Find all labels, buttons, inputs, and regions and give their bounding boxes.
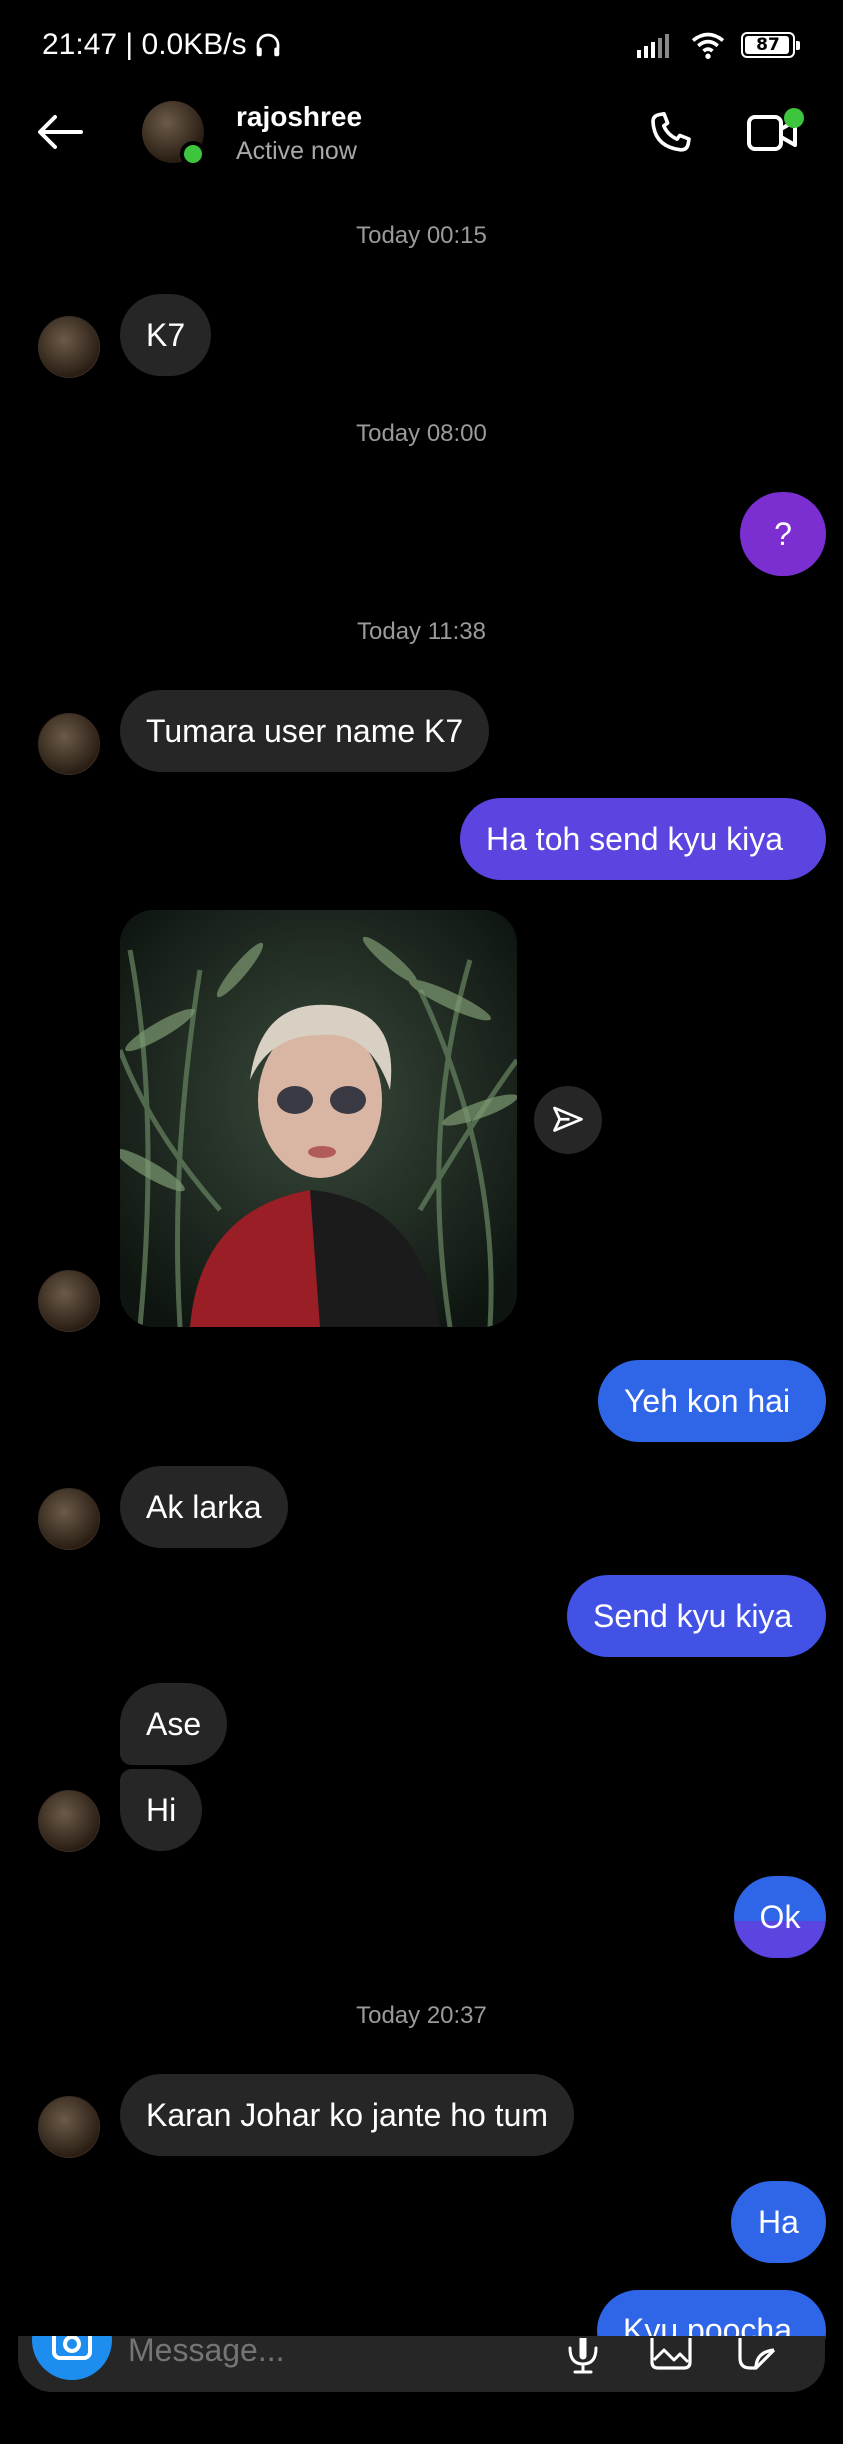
- message-outgoing[interactable]: Ok: [734, 1876, 826, 1958]
- voice-call-button[interactable]: [640, 105, 700, 161]
- message-outgoing[interactable]: Send kyu kiya: [567, 1575, 826, 1657]
- message-outgoing[interactable]: Yeh kon hai: [598, 1360, 826, 1442]
- message-incoming[interactable]: Tumara user name K7: [120, 690, 490, 772]
- signal-icon: [637, 34, 669, 58]
- avatar[interactable]: [38, 1790, 100, 1852]
- status-bar: 21:47 | 0.0KB/s 87: [0, 0, 843, 95]
- share-button[interactable]: [534, 1086, 602, 1154]
- video-online-dot: [784, 108, 804, 128]
- photo-image: [120, 910, 517, 1327]
- battery-icon: 87: [741, 32, 800, 58]
- message-input[interactable]: [128, 2336, 548, 2369]
- wifi-icon: [691, 32, 725, 59]
- avatar[interactable]: [38, 713, 100, 775]
- back-button[interactable]: [32, 107, 88, 157]
- status-time-speed: 21:47 | 0.0KB/s: [42, 28, 283, 62]
- timestamp: Today 08:00: [356, 420, 487, 447]
- message-incoming[interactable]: Ase: [120, 1683, 228, 1765]
- message-outgoing[interactable]: ?: [740, 492, 826, 576]
- battery-level: 87: [756, 35, 780, 55]
- message-composer: [18, 2336, 825, 2392]
- online-indicator: [180, 141, 206, 167]
- shared-photo[interactable]: [120, 910, 517, 1327]
- contact-name[interactable]: rajoshree: [236, 101, 362, 133]
- back-arrow-icon: [38, 115, 83, 149]
- timestamp: Today 11:38: [357, 618, 486, 645]
- avatar[interactable]: [38, 1270, 100, 1332]
- camera-icon: [52, 2336, 92, 2360]
- message-incoming[interactable]: Karan Johar ko jante ho tum: [120, 2074, 575, 2156]
- status-time: 21:47 | 0.0KB/s: [42, 28, 247, 61]
- chat-header: rajoshree Active now: [0, 95, 843, 170]
- avatar[interactable]: [38, 316, 100, 378]
- message-outgoing[interactable]: Ha toh send kyu kiya: [460, 798, 826, 880]
- send-icon: [553, 1106, 583, 1132]
- timestamp: Today 20:37: [356, 2002, 487, 2029]
- message-incoming[interactable]: Hi: [120, 1769, 203, 1851]
- sticker-icon[interactable]: [730, 2338, 780, 2378]
- camera-button[interactable]: [32, 2336, 112, 2380]
- message-incoming[interactable]: Ak larka: [120, 1466, 288, 1548]
- status-icons: 87: [635, 30, 800, 60]
- microphone-icon[interactable]: [558, 2338, 608, 2378]
- message-outgoing[interactable]: Ha: [731, 2181, 826, 2263]
- message-incoming[interactable]: K7: [120, 294, 212, 376]
- timestamp: Today 00:15: [356, 222, 487, 249]
- headphones-icon: [256, 33, 279, 57]
- avatar[interactable]: [38, 2096, 100, 2158]
- gallery-icon[interactable]: [646, 2338, 696, 2378]
- avatar[interactable]: [38, 1488, 100, 1550]
- phone-icon: [651, 112, 691, 152]
- active-status: Active now: [236, 137, 357, 165]
